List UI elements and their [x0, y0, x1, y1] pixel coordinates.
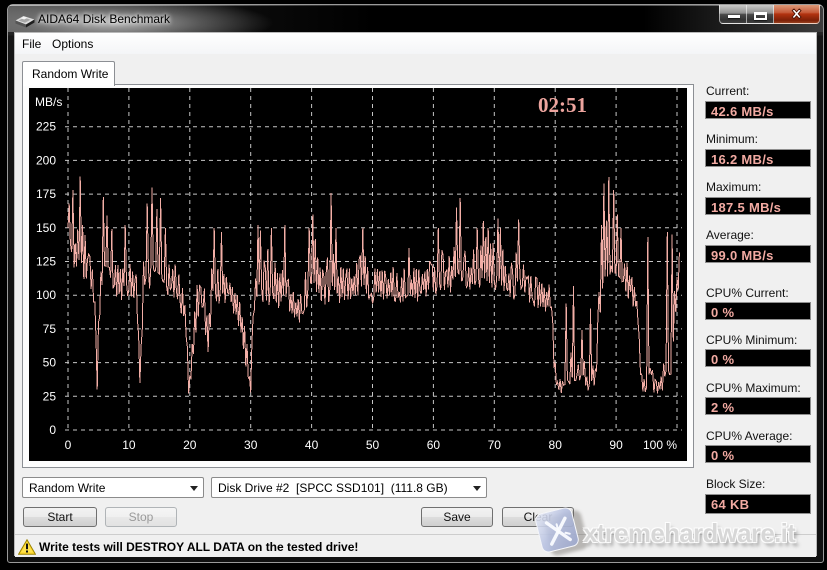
svg-text:175: 175 — [36, 187, 56, 201]
svg-text:70: 70 — [488, 438, 502, 452]
svg-text:30: 30 — [244, 438, 258, 452]
svg-text:60: 60 — [427, 438, 441, 452]
svg-text:75: 75 — [43, 322, 57, 336]
svg-text:50: 50 — [43, 356, 57, 370]
svg-text:02:51: 02:51 — [538, 93, 587, 117]
svg-text:100: 100 — [36, 288, 56, 302]
svg-text:0: 0 — [49, 423, 56, 437]
svg-text:50: 50 — [366, 438, 380, 452]
svg-text:200: 200 — [36, 153, 56, 167]
svg-text:150: 150 — [36, 221, 56, 235]
svg-text:40: 40 — [305, 438, 319, 452]
svg-text:20: 20 — [183, 438, 197, 452]
svg-text:25: 25 — [43, 389, 57, 403]
svg-text:125: 125 — [36, 255, 56, 269]
svg-text:225: 225 — [36, 120, 56, 134]
svg-text:100 %: 100 % — [643, 438, 677, 452]
svg-text:MB/s: MB/s — [35, 95, 62, 109]
svg-text:80: 80 — [549, 438, 563, 452]
svg-text:0: 0 — [65, 438, 72, 452]
svg-text:10: 10 — [122, 438, 136, 452]
svg-text:90: 90 — [609, 438, 623, 452]
